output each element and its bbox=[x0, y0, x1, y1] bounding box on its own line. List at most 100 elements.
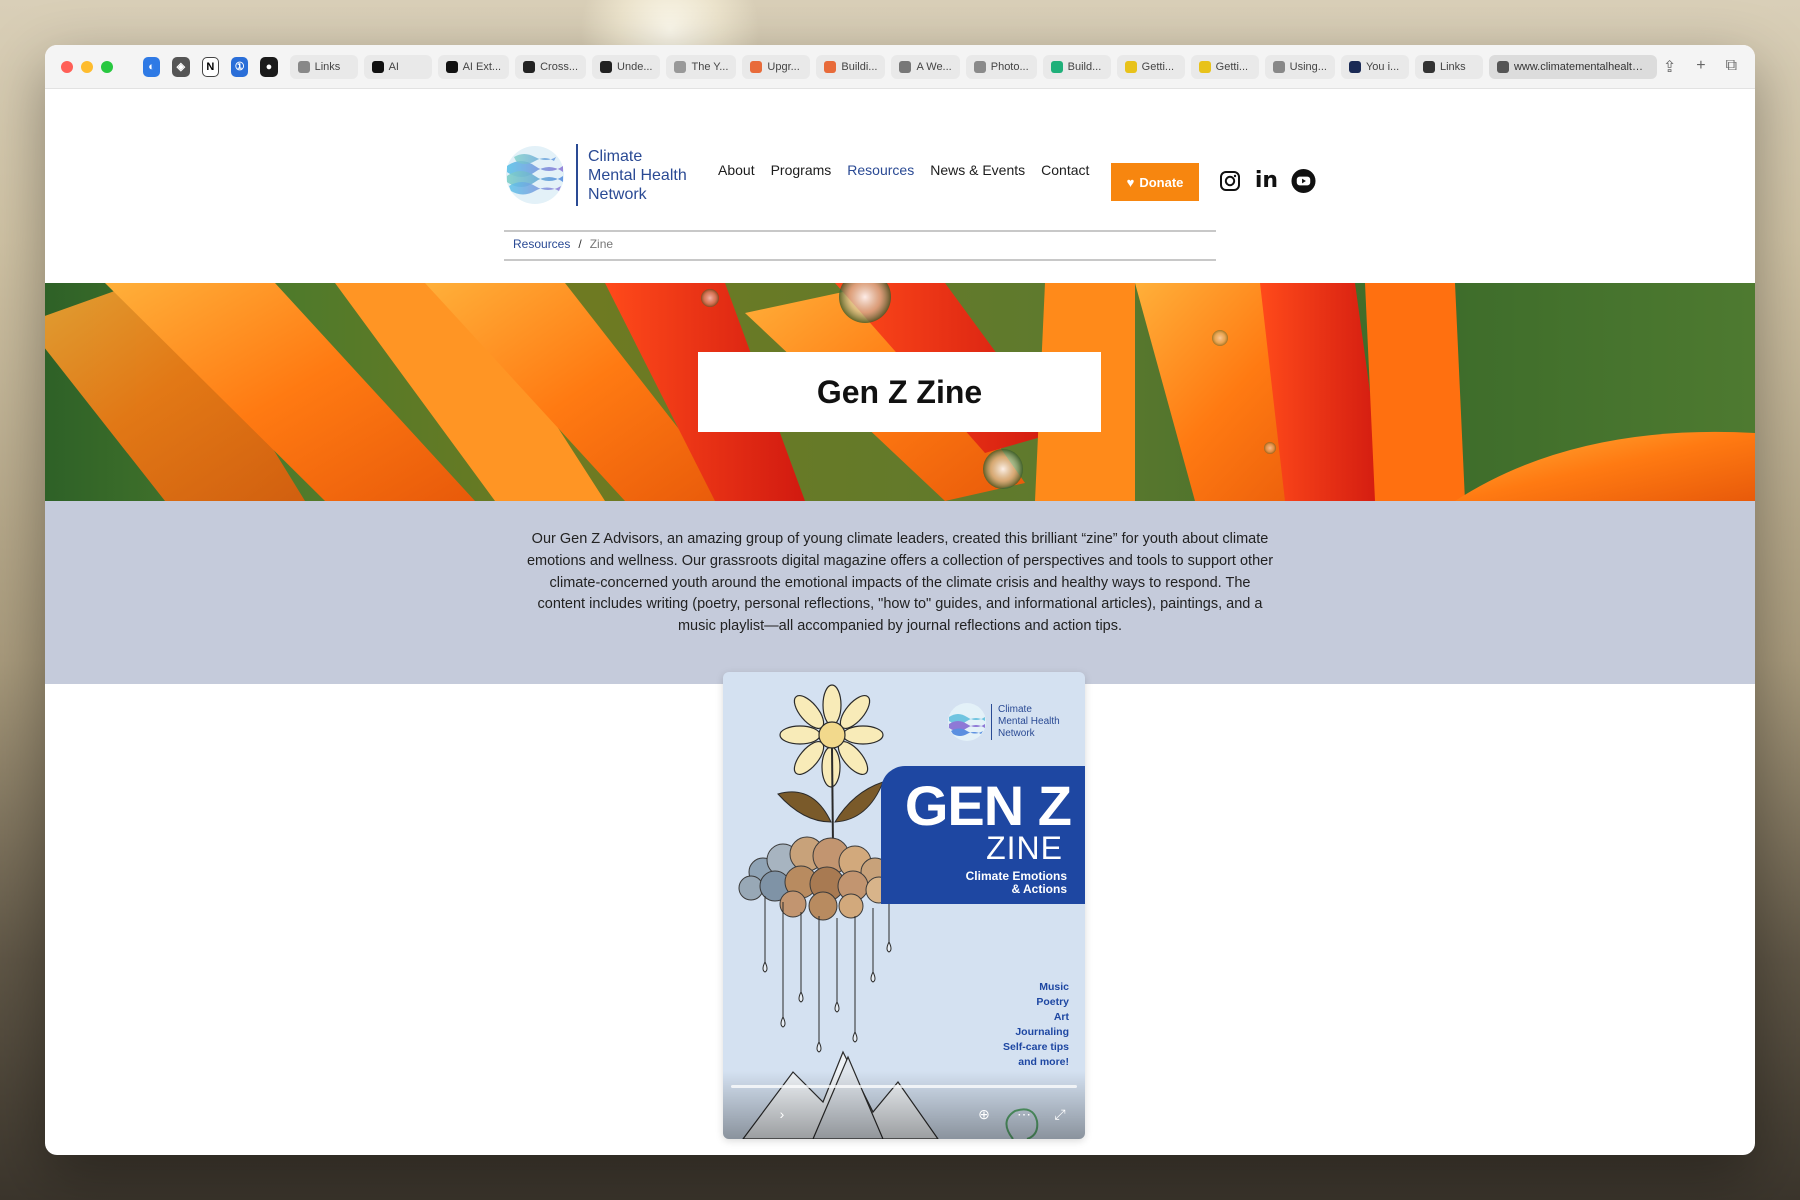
active-tab[interactable]: www.climatementalhealth.net bbox=[1488, 54, 1657, 79]
zine-logo: Climate Mental Health Network bbox=[947, 702, 1060, 742]
zine-subtitle-line: & Actions bbox=[1011, 882, 1067, 896]
youtube-icon[interactable] bbox=[1291, 168, 1316, 193]
pinned-tab-icon[interactable]: ◈ bbox=[172, 56, 190, 77]
browser-tab[interactable]: AI Ext... bbox=[437, 54, 510, 79]
intro-section: Our Gen Z Advisors, an amazing group of … bbox=[45, 501, 1755, 684]
browser-tab[interactable]: A We... bbox=[891, 54, 960, 79]
tab-label: AI bbox=[388, 60, 399, 73]
nav-contact[interactable]: Contact bbox=[1041, 162, 1089, 178]
logo-wave-icon bbox=[948, 703, 986, 741]
breadcrumb: Resources / Zine bbox=[513, 237, 613, 251]
browser-tab[interactable]: You i... bbox=[1340, 54, 1409, 79]
address-url[interactable]: www.climatementalhealth.net bbox=[1514, 61, 1649, 73]
tab-overview-icon[interactable]: ⧉ bbox=[1726, 57, 1737, 77]
browser-tab[interactable]: Links bbox=[1414, 54, 1483, 79]
instagram-icon[interactable] bbox=[1217, 168, 1242, 193]
nav-news-events[interactable]: News & Events bbox=[930, 162, 1025, 178]
browser-tab[interactable]: Photo... bbox=[965, 54, 1037, 79]
tab-label: Unde... bbox=[617, 60, 653, 73]
zine-logo-line: Network bbox=[998, 728, 1035, 739]
page-title: Gen Z Zine bbox=[816, 373, 983, 410]
donate-label: Donate bbox=[1139, 174, 1184, 190]
zine-logo-text: Climate Mental Health Network bbox=[998, 704, 1060, 740]
zine-contents-item: Self-care tips bbox=[1003, 1041, 1069, 1053]
tab-favicon bbox=[899, 60, 912, 73]
nav-programs[interactable]: Programs bbox=[771, 162, 832, 178]
tab-favicon bbox=[824, 60, 837, 73]
zoom-window-button[interactable] bbox=[101, 60, 113, 73]
browser-tab[interactable]: Buildi... bbox=[816, 54, 886, 79]
browser-tab[interactable]: Getti... bbox=[1190, 54, 1259, 79]
tab-favicon bbox=[750, 60, 763, 73]
breadcrumb-resources[interactable]: Resources bbox=[513, 237, 570, 251]
browser-tab[interactable]: Using... bbox=[1264, 54, 1335, 79]
browser-tab[interactable]: Links bbox=[289, 54, 358, 79]
tab-favicon bbox=[445, 60, 458, 73]
tab-label: Getti... bbox=[1141, 60, 1175, 73]
intro-text: Our Gen Z Advisors, an amazing group of … bbox=[526, 531, 1274, 635]
next-page-icon[interactable]: › bbox=[771, 1103, 793, 1125]
share-icon[interactable]: ⇪ bbox=[1663, 57, 1676, 77]
tab-favicon bbox=[1422, 60, 1435, 73]
tab-label: The Y... bbox=[691, 60, 729, 73]
site-header: Climate Mental Health Network About Prog… bbox=[45, 89, 1755, 281]
tab-favicon bbox=[674, 60, 687, 73]
close-window-button[interactable] bbox=[61, 60, 73, 73]
tab-label: You i... bbox=[1365, 60, 1400, 73]
zine-contents-item: Journaling bbox=[1015, 1026, 1069, 1038]
browser-actions: ⇪ + ⧉ bbox=[1663, 57, 1745, 77]
logo-divider bbox=[576, 144, 578, 206]
zine-contents-item: Art bbox=[1053, 1011, 1069, 1023]
tab-favicon bbox=[297, 60, 310, 73]
main-nav: About Programs Resources News & Events C… bbox=[718, 162, 1089, 178]
browser-tab[interactable]: Cross... bbox=[515, 54, 587, 79]
site-logo[interactable]: Climate Mental Health Network bbox=[504, 144, 687, 206]
nav-about[interactable]: About bbox=[718, 162, 755, 178]
heart-icon: ♥ bbox=[1126, 174, 1135, 190]
donate-button[interactable]: ♥ Donate bbox=[1111, 163, 1199, 201]
browser-tab[interactable]: Build... bbox=[1042, 54, 1111, 79]
browser-tab[interactable]: AI bbox=[363, 54, 432, 79]
fullscreen-icon[interactable]: ⤢ bbox=[1049, 1103, 1071, 1125]
tab-favicon bbox=[973, 60, 986, 73]
minimize-window-button[interactable] bbox=[81, 60, 93, 73]
nav-resources[interactable]: Resources bbox=[847, 162, 914, 178]
browser-tab[interactable]: The Y... bbox=[666, 54, 737, 79]
logo-text: Climate Mental Health Network bbox=[588, 147, 687, 204]
tab-label: Using... bbox=[1289, 60, 1327, 73]
tab-favicon bbox=[523, 60, 536, 73]
tab-label: Links bbox=[314, 60, 341, 73]
tab-label: Photo... bbox=[990, 60, 1029, 73]
more-options-icon[interactable]: ⋯ bbox=[1013, 1103, 1035, 1125]
password-manager-icon[interactable]: ① bbox=[231, 56, 249, 77]
social-links: in bbox=[1217, 168, 1316, 193]
zine-title-big: GEN Z bbox=[904, 774, 1072, 837]
tab-label: AI Ext... bbox=[462, 60, 502, 73]
zine-logo-line: Climate bbox=[998, 704, 1032, 715]
zoom-in-icon[interactable]: ⊕ bbox=[973, 1103, 995, 1125]
tab-favicon bbox=[1124, 60, 1137, 73]
tab-favicon bbox=[1348, 60, 1361, 73]
zine-contents-list: Music Poetry Art Journaling Self-care ti… bbox=[1003, 980, 1069, 1070]
zine-contents-item: Poetry bbox=[1036, 996, 1069, 1008]
logo-line: Mental Health bbox=[588, 166, 687, 184]
logo-wave-icon bbox=[506, 146, 564, 204]
browser-tab[interactable]: Getti... bbox=[1116, 54, 1185, 79]
zine-logo-line: Mental Health bbox=[998, 716, 1060, 727]
linkedin-icon[interactable]: in bbox=[1254, 168, 1279, 193]
zine-contents-item: Music bbox=[1039, 981, 1069, 993]
tab-label: Cross... bbox=[540, 60, 579, 73]
breadcrumb-separator: / bbox=[578, 237, 582, 251]
page-progress-bar[interactable] bbox=[731, 1085, 1077, 1088]
zine-viewer[interactable]: Climate Mental Health Network GEN Z ZINE… bbox=[723, 672, 1085, 1139]
tab-label: Buildi... bbox=[841, 60, 878, 73]
tab-label: Upgr... bbox=[767, 60, 800, 73]
notion-icon[interactable]: N bbox=[201, 56, 220, 77]
zine-subtitle: Climate Emotions & Actions bbox=[966, 870, 1067, 896]
new-tab-icon[interactable]: + bbox=[1696, 57, 1705, 77]
logo-line: Climate bbox=[588, 147, 643, 165]
browser-tab[interactable]: Unde... bbox=[592, 54, 661, 79]
browser-tab[interactable]: Upgr... bbox=[742, 54, 811, 79]
pinned-tab-icon[interactable]: ◐ bbox=[143, 56, 161, 77]
pinned-tab-icon[interactable]: ● bbox=[260, 56, 278, 77]
